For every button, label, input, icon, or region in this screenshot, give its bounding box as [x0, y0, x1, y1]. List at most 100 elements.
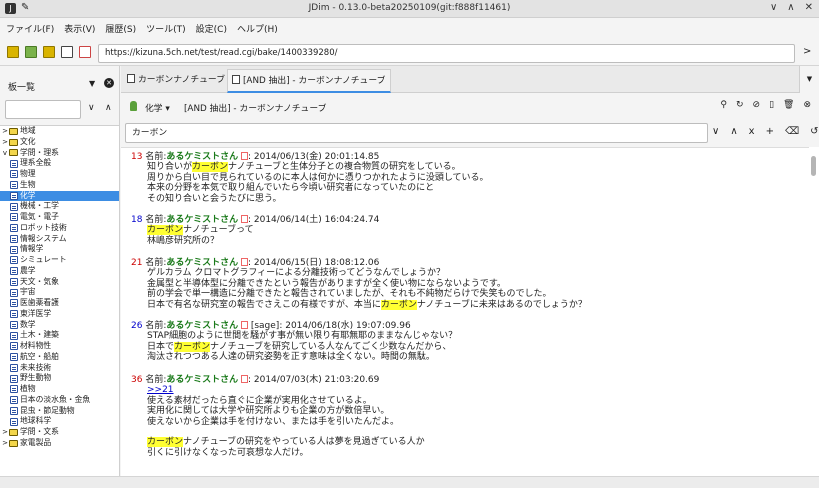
- board-icon: [10, 331, 18, 340]
- tab-thread[interactable]: カーボンナノチューブ: [123, 69, 227, 93]
- tree-item[interactable]: 宇宙: [0, 287, 119, 298]
- clear-icon[interactable]: x: [749, 126, 755, 137]
- plus-icon[interactable]: +: [766, 126, 774, 137]
- stop-icon[interactable]: ⊘: [753, 100, 761, 110]
- maximize-button[interactable]: ∧: [787, 2, 794, 13]
- tree-item[interactable]: > 文化: [0, 137, 119, 148]
- menu-history[interactable]: 履歴(S): [105, 22, 136, 35]
- chevron-right-icon[interactable]: >: [1, 126, 9, 137]
- go-arrow-icon[interactable]: >: [803, 46, 811, 57]
- menu-bar: ファイル(F) 表示(V) 履歴(S) ツール(T) 設定(C) ヘルプ(H): [0, 18, 819, 38]
- status-bar: [0, 476, 819, 488]
- board-icon: [10, 288, 18, 297]
- chevron-right-icon[interactable]: >: [1, 137, 9, 148]
- board-list-folder-icon[interactable]: [7, 46, 19, 58]
- chevron-down-icon[interactable]: v: [1, 148, 9, 159]
- tree-item[interactable]: 生物: [0, 180, 119, 191]
- filter-input[interactable]: カーボン: [125, 123, 708, 143]
- thread-view-icon[interactable]: [61, 46, 73, 58]
- tree-item[interactable]: 物理: [0, 169, 119, 180]
- tree-item-label: 航空・船舶: [20, 351, 59, 361]
- bookmark-icon[interactable]: ▯: [769, 100, 774, 110]
- minimize-button[interactable]: ∨: [770, 2, 777, 13]
- board-search-input[interactable]: [5, 100, 81, 119]
- chevron-right-icon[interactable]: >: [1, 427, 9, 438]
- tree-item[interactable]: 東洋医学: [0, 309, 119, 320]
- search-icon[interactable]: ⚲: [720, 100, 727, 110]
- url-bar[interactable]: https://kizuna.5ch.net/test/read.cgi/bak…: [98, 44, 795, 63]
- tree-item[interactable]: > 学問・文系: [0, 427, 119, 438]
- board-icon: [10, 417, 18, 426]
- id-marker-icon[interactable]: [240, 321, 248, 329]
- id-marker-icon[interactable]: [240, 375, 248, 383]
- board-icon: [10, 353, 18, 362]
- tree-item[interactable]: 昆虫・節足動物: [0, 406, 119, 417]
- id-marker-icon[interactable]: [240, 258, 248, 266]
- post-number[interactable]: 13: [131, 152, 142, 162]
- post-number[interactable]: 36: [131, 375, 142, 385]
- reply-anchor[interactable]: >>21: [147, 385, 174, 395]
- undo-icon[interactable]: ↺: [810, 126, 818, 137]
- tab-and-filter[interactable]: [AND 抽出] - カーボンナノチューブ: [227, 69, 391, 93]
- post-line: ゲルカラム クロマトグラフィーによる分離技術ってどうなんでしょうか？: [131, 268, 587, 278]
- tree-item[interactable]: 未来技術: [0, 363, 119, 374]
- post-text: ナノチューブって: [183, 225, 254, 236]
- id-marker-icon[interactable]: [240, 215, 248, 223]
- chevron-up-icon[interactable]: ∧: [730, 126, 737, 137]
- tree-item[interactable]: 天文・気象: [0, 277, 119, 288]
- tree-item[interactable]: 日本の淡水魚・金魚: [0, 395, 119, 406]
- tree-item[interactable]: 材料物性: [0, 341, 119, 352]
- post-line: その知り合いと会うたびに思う。: [131, 194, 489, 204]
- tree-item[interactable]: 数学: [0, 320, 119, 331]
- delete-icon[interactable]: 🗑︎: [783, 100, 794, 110]
- tree-item[interactable]: v 学問・理系: [0, 148, 119, 159]
- close-icon[interactable]: ⊗: [803, 100, 811, 110]
- chevron-right-icon[interactable]: >: [1, 438, 9, 449]
- tree-item[interactable]: 機械・工学: [0, 201, 119, 212]
- scroll-thumb[interactable]: [811, 156, 816, 176]
- chevron-down-icon[interactable]: ∨: [88, 103, 95, 113]
- close-pane-icon[interactable]: ✕: [104, 78, 114, 88]
- tree-item[interactable]: 植物: [0, 384, 119, 395]
- board-name[interactable]: 化学 ▾: [145, 101, 170, 114]
- chevron-down-icon[interactable]: ∨: [712, 126, 719, 137]
- close-window-button[interactable]: ✕: [805, 2, 813, 13]
- tree-item[interactable]: 地球科学: [0, 416, 119, 427]
- menu-view[interactable]: 表示(V): [64, 22, 95, 35]
- tree-item[interactable]: 情報学: [0, 244, 119, 255]
- tree-item[interactable]: 土木・建築: [0, 330, 119, 341]
- tree-item[interactable]: 情報システム: [0, 234, 119, 245]
- menu-help[interactable]: ヘルプ(H): [237, 22, 278, 35]
- tab-menu-icon[interactable]: ▼: [799, 66, 819, 93]
- tree-item[interactable]: > 地域: [0, 126, 119, 137]
- image-view-icon[interactable]: [79, 46, 91, 58]
- post-number[interactable]: 18: [131, 215, 142, 225]
- tree-item[interactable]: 農学: [0, 266, 119, 277]
- tree-item[interactable]: > 家電製品: [0, 438, 119, 449]
- favorites-folder-icon[interactable]: [25, 46, 37, 58]
- post-number[interactable]: 26: [131, 321, 142, 331]
- reload-icon[interactable]: ↻: [736, 100, 744, 110]
- flask-icon: [130, 101, 137, 111]
- menu-settings[interactable]: 設定(C): [196, 22, 227, 35]
- tree-item[interactable]: 野生動物: [0, 373, 119, 384]
- tree-item[interactable]: 航空・船舶: [0, 352, 119, 363]
- menu-tools[interactable]: ツール(T): [146, 22, 186, 35]
- tree-item[interactable]: 理系全般: [0, 158, 119, 169]
- tree-item[interactable]: 医歯薬看護: [0, 298, 119, 309]
- dropdown-icon[interactable]: ▼: [89, 79, 95, 88]
- chevron-up-icon[interactable]: ∧: [105, 103, 112, 113]
- tree-item[interactable]: シミュレート: [0, 255, 119, 266]
- tree-item-label: 地域: [20, 126, 36, 135]
- tree-item[interactable]: 電気・電子: [0, 212, 119, 223]
- post-number[interactable]: 21: [131, 258, 142, 268]
- tree-item[interactable]: 化学: [0, 190, 119, 202]
- post-text: 金属型と半導体型に分離できたという報告がありますが全く使い物にならないようです。: [147, 278, 506, 289]
- post-text: 日本で: [147, 341, 175, 352]
- backspace-icon[interactable]: ⌫: [785, 126, 799, 137]
- thread-list-icon[interactable]: [43, 46, 55, 58]
- id-marker-icon[interactable]: [240, 152, 248, 160]
- menu-file[interactable]: ファイル(F): [6, 22, 54, 35]
- tree-item[interactable]: ロボット技術: [0, 223, 119, 234]
- vertical-scrollbar[interactable]: [809, 147, 819, 476]
